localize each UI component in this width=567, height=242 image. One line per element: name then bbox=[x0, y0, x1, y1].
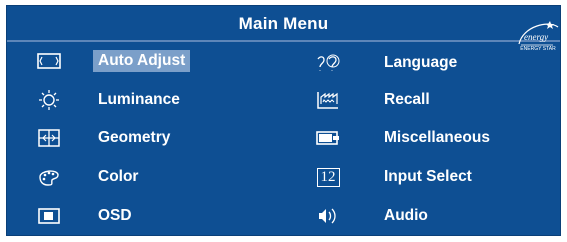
audio-icon bbox=[313, 205, 343, 227]
menu-item-luminance[interactable]: Luminance bbox=[34, 88, 185, 112]
language-icon bbox=[313, 52, 343, 74]
sun-icon bbox=[34, 89, 64, 111]
menu-item-label: Audio bbox=[384, 207, 428, 224]
menu-item-label: OSD bbox=[98, 207, 132, 224]
title-divider bbox=[7, 40, 560, 42]
menu-item-recall[interactable]: Recall bbox=[313, 88, 435, 112]
menu-item-label: Language bbox=[384, 54, 458, 71]
menu-item-label: Luminance bbox=[98, 91, 180, 108]
input-select-icon-text: 12 bbox=[316, 167, 340, 187]
menu-item-label: Geometry bbox=[98, 129, 171, 146]
osd-icon bbox=[34, 205, 64, 227]
menu-item-input-select[interactable]: 12 Input Select bbox=[313, 165, 477, 189]
recall-icon bbox=[313, 89, 343, 111]
palette-icon bbox=[34, 166, 64, 188]
menu-item-label: Miscellaneous bbox=[384, 129, 490, 146]
menu-item-auto-adjust[interactable]: Auto Adjust bbox=[34, 49, 191, 73]
menu-item-geometry[interactable]: Geometry bbox=[34, 126, 175, 150]
menu-item-color[interactable]: Color bbox=[34, 165, 143, 189]
miscellaneous-icon bbox=[313, 127, 343, 149]
menu-item-label: Auto Adjust bbox=[93, 50, 191, 72]
svg-text:energy: energy bbox=[524, 32, 548, 42]
menu-item-osd[interactable]: OSD bbox=[34, 204, 137, 228]
energy-star-text: ENERGY STAR bbox=[520, 46, 556, 52]
menu-item-label: Input Select bbox=[384, 168, 472, 185]
menu-item-label: Recall bbox=[384, 91, 430, 108]
menu-item-label: Color bbox=[98, 168, 139, 185]
input-select-icon: 12 bbox=[313, 166, 343, 188]
menu-item-language[interactable]: Language bbox=[313, 51, 462, 75]
menu-item-miscellaneous[interactable]: Miscellaneous bbox=[313, 126, 495, 150]
auto-adjust-icon bbox=[34, 50, 64, 72]
menu-title: Main Menu bbox=[238, 14, 329, 33]
geometry-icon bbox=[34, 127, 64, 149]
menu-item-audio[interactable]: Audio bbox=[313, 204, 433, 228]
main-menu-panel: Main Menu energy ENERGY STAR Auto Adjust… bbox=[6, 5, 561, 236]
